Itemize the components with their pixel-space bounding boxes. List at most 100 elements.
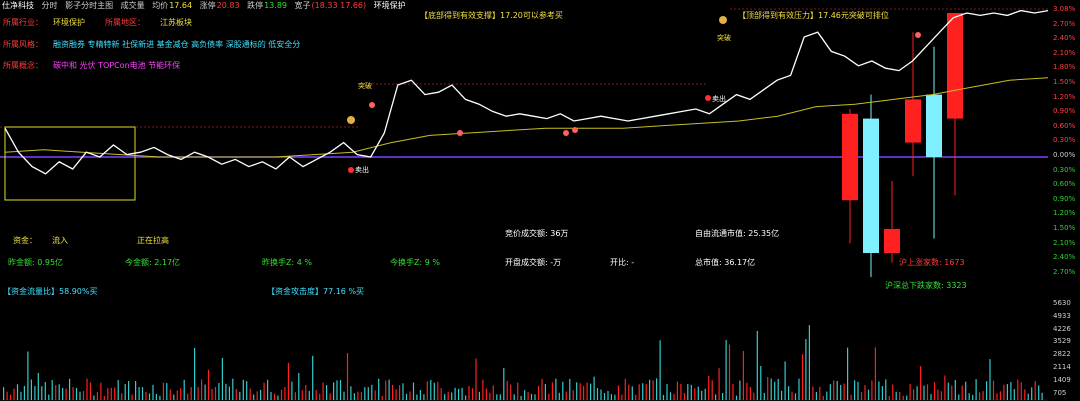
volume-bar [388,379,390,400]
volume-bar [367,387,369,400]
volume-bar [850,394,852,400]
volume-bar [1034,381,1036,400]
volume-bar [48,394,50,400]
volume-bar [687,384,689,400]
volume-bar [135,381,137,400]
menu-volume[interactable]: 成交量 [121,1,145,10]
volume-bar [82,391,85,400]
candle-body [905,99,921,143]
volume-bar [530,393,533,400]
menu-intraday[interactable]: 分时 [42,1,58,10]
volume-bar [89,382,91,400]
volume-bar [360,392,362,400]
volume-bar [593,376,595,400]
industry-label: 所属行业： [3,18,43,27]
volume-bar [378,378,380,400]
avg-line [4,77,1049,158]
volume-bar [242,379,244,400]
volume-bar [6,391,8,400]
volume-bar [447,392,449,400]
volume-bar [666,384,668,400]
volume-bar [1041,392,1043,400]
volume-bar [173,394,175,400]
volume-bar [13,388,15,400]
break-label-2: 突破 [717,34,731,42]
volume-bar [954,380,956,400]
volume-bar [211,389,213,400]
volume-bar [107,388,109,400]
volume-bar [1020,382,1022,400]
volume-bar [815,392,817,400]
stock-name[interactable]: 仕净科技 [2,1,34,10]
volume-bar [562,381,564,400]
volume-bar [930,394,932,400]
vol-axis-label: 3529 [1053,337,1071,346]
volume-bar [992,380,995,400]
volume-bar [20,391,22,400]
limit-down-value: 13.89 [264,1,287,10]
industry-value: 环境保护 [53,18,85,27]
volume-bar [294,392,296,400]
pct-axis-label: 2.40% [1053,34,1076,43]
vol-axis-label: 4226 [1053,324,1071,333]
volume-bar [794,393,797,400]
pct-axis-label: 2.70% [1053,267,1076,276]
support-note: 【底部得到有效支撑】17.20可以参考买 [420,11,563,20]
volume-bar [527,391,529,400]
volume-bar [499,394,501,400]
volume-bar [854,380,856,400]
volume-bar [662,395,665,400]
volume-bar [1024,389,1026,400]
header-bar: 仕净科技 分时 影子分时主图 成交量 均价17.64 涨停20.83 跌停13.… [2,1,411,11]
vol-axis-label: 5630 [1053,299,1071,307]
volume-bar [458,388,460,400]
volume-bar [979,392,981,400]
volume-bar [728,344,731,400]
volume-bar [951,385,953,400]
volume-bar [735,395,738,400]
volume-bars [3,325,1043,400]
volume-bar [298,373,300,400]
volume-bar [715,394,717,400]
volume-bar [308,391,310,400]
volume-bar [652,380,654,400]
volume-bar [1013,389,1015,400]
fund-state: 正在拉高 [137,236,169,245]
volume-bar [982,391,984,400]
volume-bar [433,382,435,400]
volume-bar [645,384,647,400]
volume-bar [1017,379,1019,400]
vol-axis-label: 1409 [1053,375,1071,384]
volume-bar [913,389,915,400]
volume-bar [65,388,67,400]
volume-bar [405,393,408,400]
vol-axis-label: 2822 [1053,350,1071,359]
volume-bar [93,395,95,400]
volume-bar [513,394,515,400]
region-value: 江苏板块 [160,18,192,27]
volume-bar [603,393,606,400]
volume-bar [16,384,19,400]
limit-up-value: 20.83 [216,1,240,10]
volume-bar [690,384,692,400]
volume-bar [843,383,845,400]
fund-flow-ratio: 【资金流量比】58.90%买 [3,287,98,296]
volume-bar [708,375,710,400]
volume-bar [833,380,835,400]
volume-bar [746,382,748,400]
volume-bar [79,391,81,400]
volume-bar [461,387,463,400]
volume-bar [506,380,508,400]
volume-bar [596,388,599,400]
volume-bar [510,384,512,400]
volume-bar [617,385,619,400]
pct-axis-label: 0.60% [1053,121,1076,130]
volume-bar [631,386,633,400]
volume-bar [30,379,32,400]
candle-body [863,118,879,253]
volume-bar [395,389,397,400]
menu-shadow[interactable]: 影子分时主图 [65,1,113,10]
volume-bar [555,378,557,400]
volume-bar [385,380,387,400]
volume-bar [235,389,237,400]
